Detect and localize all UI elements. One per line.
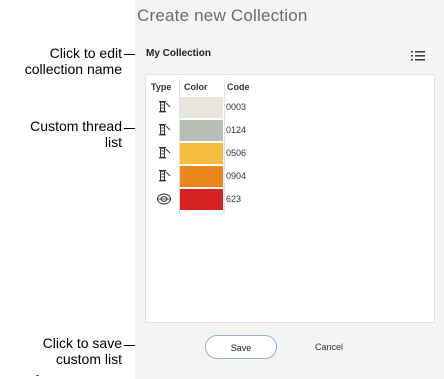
- annotation-edit-name-line2: collection name: [24, 61, 122, 77]
- stray-mark: [36, 375, 39, 376]
- thread-code: 0506: [226, 148, 247, 158]
- color-swatch: [180, 120, 223, 141]
- cancel-button[interactable]: Cancel: [303, 335, 355, 359]
- thread-icon: [159, 124, 171, 136]
- annotation-edit-name: Click to edit collection name: [8, 45, 122, 77]
- color-swatch: [180, 189, 223, 210]
- create-collection-dialog: Create new Collection My Collection Type…: [135, 0, 444, 379]
- column-header-type: Type: [151, 82, 172, 92]
- dialog-title: Create new Collection: [137, 6, 308, 25]
- thread-icon: [159, 101, 171, 113]
- thread-row[interactable]: 623: [146, 189, 434, 210]
- annotation-edit-name-line1: Click to edit: [49, 45, 122, 61]
- thread-icon: [159, 147, 171, 159]
- color-swatch: [180, 143, 223, 164]
- thread-icon: [159, 170, 171, 182]
- thread-code: 0003: [226, 102, 247, 112]
- thread-row[interactable]: 0124: [146, 120, 434, 141]
- thread-code: 0904: [226, 171, 247, 181]
- annotation-save-list: Click to save custom list: [8, 335, 122, 367]
- annotation-save-list-line1: Click to save: [42, 335, 122, 351]
- save-button[interactable]: Save: [205, 335, 277, 359]
- annotation-thread-list: Custom thread list: [8, 118, 122, 150]
- collection-name-field[interactable]: My Collection: [146, 48, 211, 59]
- color-swatch: [180, 166, 223, 187]
- annotation-thread-list-line1: Custom thread: [30, 118, 122, 134]
- thread-row[interactable]: 0003: [146, 97, 434, 118]
- annotation-save-list-line2: custom list: [55, 351, 122, 367]
- thread-row[interactable]: 0904: [146, 166, 434, 187]
- annotation-thread-list-line2: list: [104, 134, 122, 150]
- color-swatch: [180, 97, 223, 118]
- thread-list: Type Color Code 0003 0124 0506 0904 623: [145, 74, 435, 323]
- thread-code: 623: [226, 194, 242, 204]
- column-header-code: Code: [227, 82, 250, 92]
- thread-code: 0124: [226, 125, 247, 135]
- thread-row[interactable]: 0506: [146, 143, 434, 164]
- column-header-color: Color: [184, 82, 208, 92]
- list-menu-icon[interactable]: [411, 50, 425, 62]
- spool-icon: [157, 193, 171, 205]
